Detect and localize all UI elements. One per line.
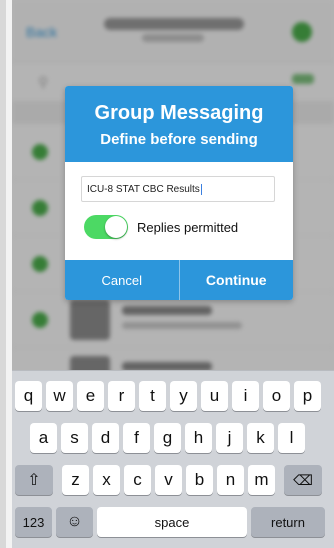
phone-frame: Back ⚲ Group Messaging Define before sen… bbox=[0, 0, 334, 548]
key-s[interactable]: s bbox=[61, 423, 88, 453]
key-u[interactable]: u bbox=[201, 381, 228, 411]
key-j[interactable]: j bbox=[216, 423, 243, 453]
key-a[interactable]: a bbox=[30, 423, 57, 453]
continue-button[interactable]: Continue bbox=[180, 260, 294, 300]
numbers-key[interactable]: 123 bbox=[15, 507, 52, 537]
dialog-title: Group Messaging bbox=[94, 102, 264, 124]
key-p[interactable]: p bbox=[294, 381, 321, 411]
group-messaging-dialog: Group Messaging Define before sending IC… bbox=[65, 86, 293, 300]
toggle-knob bbox=[105, 216, 127, 238]
keyboard: q w e r t y u i o p a s d f g h j k l ⇧ … bbox=[12, 370, 334, 548]
replies-toggle-label: Replies permitted bbox=[137, 220, 239, 235]
key-w[interactable]: w bbox=[46, 381, 73, 411]
keyboard-row-1: q w e r t y u i o p bbox=[15, 381, 325, 411]
key-v[interactable]: v bbox=[155, 465, 182, 495]
key-m[interactable]: m bbox=[248, 465, 275, 495]
key-b[interactable]: b bbox=[186, 465, 213, 495]
key-e[interactable]: e bbox=[77, 381, 104, 411]
dialog-header: Group Messaging Define before sending bbox=[65, 86, 293, 162]
space-key[interactable]: space bbox=[97, 507, 247, 537]
key-n[interactable]: n bbox=[217, 465, 244, 495]
emoji-key-icon[interactable]: ☺ bbox=[56, 507, 93, 537]
text-caret bbox=[200, 184, 202, 195]
key-r[interactable]: r bbox=[108, 381, 135, 411]
group-name-input[interactable]: ICU-8 STAT CBC Results bbox=[81, 176, 275, 202]
key-q[interactable]: q bbox=[15, 381, 42, 411]
key-d[interactable]: d bbox=[92, 423, 119, 453]
key-i[interactable]: i bbox=[232, 381, 259, 411]
dialog-actions: Cancel Continue bbox=[65, 260, 293, 300]
key-o[interactable]: o bbox=[263, 381, 290, 411]
keyboard-row-4: 123 ☺ space return bbox=[15, 507, 325, 537]
keyboard-row-3: ⇧ z x c v b n m ⌫ bbox=[15, 465, 322, 495]
cancel-button[interactable]: Cancel bbox=[65, 260, 180, 300]
keyboard-row-2: a s d f g h j k l bbox=[30, 423, 309, 453]
dialog-subtitle: Define before sending bbox=[100, 131, 258, 148]
key-c[interactable]: c bbox=[124, 465, 151, 495]
group-name-value: ICU-8 STAT CBC Results bbox=[87, 184, 200, 196]
backspace-key-icon[interactable]: ⌫ bbox=[284, 465, 322, 495]
key-t[interactable]: t bbox=[139, 381, 166, 411]
key-z[interactable]: z bbox=[62, 465, 89, 495]
key-y[interactable]: y bbox=[170, 381, 197, 411]
return-key[interactable]: return bbox=[251, 507, 325, 537]
key-l[interactable]: l bbox=[278, 423, 305, 453]
key-k[interactable]: k bbox=[247, 423, 274, 453]
shift-key-icon[interactable]: ⇧ bbox=[15, 465, 53, 495]
dialog-body: ICU-8 STAT CBC Results Replies permitted bbox=[65, 162, 293, 260]
key-f[interactable]: f bbox=[123, 423, 150, 453]
screen: Back ⚲ Group Messaging Define before sen… bbox=[12, 0, 334, 548]
key-x[interactable]: x bbox=[93, 465, 120, 495]
key-g[interactable]: g bbox=[154, 423, 181, 453]
key-h[interactable]: h bbox=[185, 423, 212, 453]
replies-toggle[interactable] bbox=[84, 215, 128, 239]
